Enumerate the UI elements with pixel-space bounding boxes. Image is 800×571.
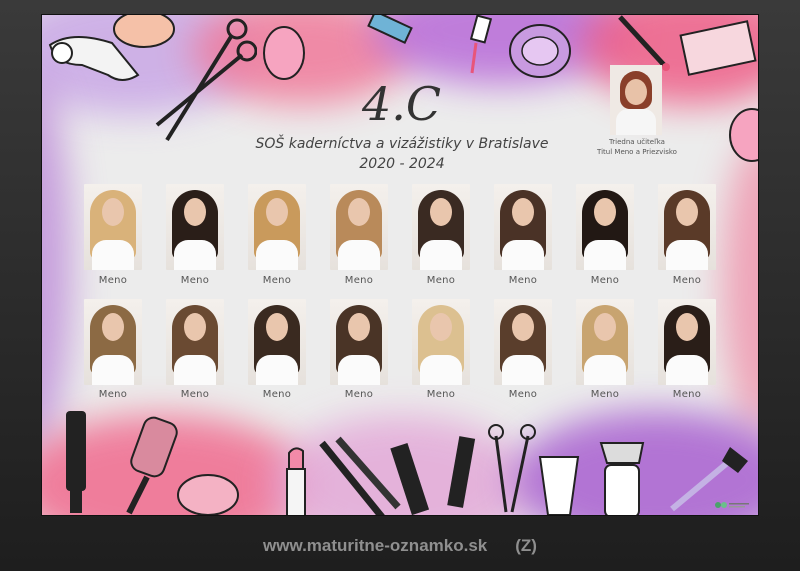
teacher-name: Titul Meno a Priezvisko <box>597 148 677 156</box>
student-photo <box>84 299 142 385</box>
class-poster: 4.C SOŠ kaderníctva a vizážistiky v Brat… <box>42 15 758 515</box>
student-name: Meno <box>180 275 210 286</box>
student-photo <box>330 299 388 385</box>
student-photo <box>166 299 224 385</box>
student-photo <box>494 184 552 270</box>
tail-comb-icon <box>447 436 476 508</box>
watercolor-right <box>722 135 758 435</box>
student-name: Meno <box>590 389 620 400</box>
compact-powder-icon <box>113 15 175 48</box>
student-photo <box>248 184 306 270</box>
eyeshadow-palette-icon <box>679 20 757 76</box>
student-photo <box>166 184 224 270</box>
brand-logo-icon <box>715 502 749 508</box>
clipper-icon <box>538 456 580 515</box>
student-photo <box>494 299 552 385</box>
student-name: Meno <box>180 389 210 400</box>
student-photo <box>658 184 716 270</box>
eyeshadow-compact-icon <box>509 24 571 78</box>
student-name: Meno <box>426 275 456 286</box>
lipstick-bottom-icon <box>286 447 306 515</box>
student-name: Meno <box>344 275 374 286</box>
school-name: SOŠ kaderníctva a vizážistiky v Bratisla… <box>255 136 549 152</box>
lipstick-icon <box>367 15 413 45</box>
student-name: Meno <box>508 389 538 400</box>
graduation-years: 2020 - 2024 <box>359 156 445 172</box>
student-name: Meno <box>98 389 128 400</box>
footer-url: www.maturitne-oznamko.sk <box>263 535 488 555</box>
student-name: Meno <box>344 389 374 400</box>
student-photo <box>658 299 716 385</box>
student-name: Meno <box>262 389 292 400</box>
student-name: Meno <box>426 389 456 400</box>
student-photo <box>576 299 634 385</box>
student-name: Meno <box>590 275 620 286</box>
student-name: Meno <box>98 275 128 286</box>
footer-bar: www.maturitne-oznamko.sk (Z) <box>0 520 800 571</box>
student-name: Meno <box>672 275 702 286</box>
powder-compact-icon <box>177 474 239 515</box>
makeup-sponge-icon <box>263 26 305 80</box>
comb-icon <box>66 411 86 513</box>
class-label: 4.C <box>362 77 442 131</box>
student-photo <box>412 184 470 270</box>
footer-code: (Z) <box>515 535 537 555</box>
student-name: Meno <box>508 275 538 286</box>
teacher-photo <box>610 65 662 135</box>
student-photo <box>412 299 470 385</box>
student-photo <box>84 184 142 270</box>
compact-mirror-icon <box>729 108 758 162</box>
teacher-role: Triedna učiteľka <box>609 138 665 146</box>
student-photo <box>576 184 634 270</box>
teacher-caption: Triedna učiteľka Titul Meno a Priezvisko <box>582 137 692 157</box>
student-name: Meno <box>672 389 702 400</box>
watercolor-left <box>42 75 72 455</box>
spray-bottle-icon <box>599 442 645 515</box>
nail-polish-icon <box>469 15 493 74</box>
student-name: Meno <box>262 275 292 286</box>
student-photo <box>248 299 306 385</box>
student-photo <box>330 184 388 270</box>
